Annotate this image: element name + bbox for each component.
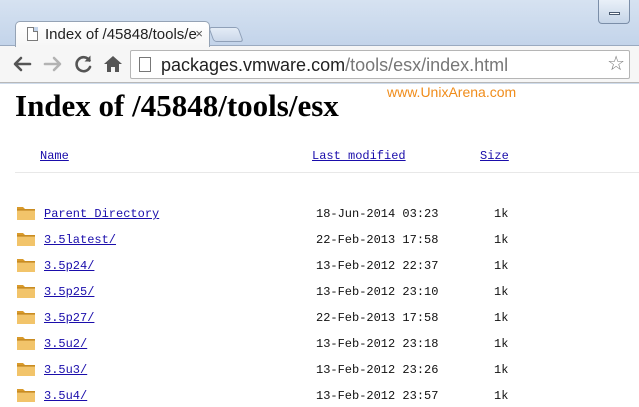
entry-modified: 22-Feb-2013 17:58 <box>316 233 439 247</box>
column-header-size[interactable]: Size <box>480 149 509 163</box>
entry-size: 1k <box>494 363 509 377</box>
url-path: /tools/esx/index.html <box>345 55 509 75</box>
entry-link[interactable]: 3.5latest/ <box>44 233 116 247</box>
list-item: 3.5u4/ 13-Feb-2012 23:57 1k <box>0 386 639 407</box>
reload-button[interactable] <box>71 52 95 76</box>
tab-title: Index of /45848/tools/esx <box>45 26 197 43</box>
entry-size: 1k <box>494 233 509 247</box>
list-item: 3.5u2/ 13-Feb-2012 23:18 1k <box>0 334 639 358</box>
reload-icon <box>75 55 92 73</box>
column-header-name[interactable]: Name <box>40 149 69 163</box>
page-content: Index of /45848/tools/esx www.UnixArena.… <box>0 84 639 407</box>
url-host: packages.vmware.com <box>161 55 346 75</box>
entry-link[interactable]: 3.5u3/ <box>44 363 87 377</box>
watermark-text: www.UnixArena.com <box>387 84 517 100</box>
page-icon <box>139 57 151 72</box>
entry-modified: 13-Feb-2012 22:37 <box>316 259 439 273</box>
page-favicon-icon <box>27 27 38 41</box>
entry-size: 1k <box>494 285 509 299</box>
close-tab-icon[interactable]: × <box>195 25 203 43</box>
back-arrow-icon <box>13 56 32 72</box>
entry-size: 1k <box>494 389 509 403</box>
folder-icon <box>16 334 36 351</box>
entry-size: 1k <box>494 311 509 325</box>
entry-modified: 13-Feb-2012 23:26 <box>316 363 439 377</box>
header-divider <box>15 172 639 173</box>
entry-link[interactable]: 3.5u2/ <box>44 337 87 351</box>
entry-link[interactable]: Parent Directory <box>44 207 159 221</box>
entry-modified: 18-Jun-2014 03:23 <box>316 207 439 221</box>
entry-size: 1k <box>494 337 509 351</box>
folder-icon <box>16 256 36 273</box>
folder-icon <box>16 360 36 377</box>
entry-modified: 13-Feb-2012 23:57 <box>316 389 439 403</box>
home-button[interactable] <box>101 52 125 76</box>
page-title: Index of /45848/tools/esx <box>15 88 339 123</box>
list-item: 3.5p24/ 13-Feb-2012 22:37 1k <box>0 256 639 280</box>
list-item: 3.5latest/ 22-Feb-2013 17:58 1k <box>0 230 639 254</box>
star-icon[interactable]: ☆ <box>607 53 625 75</box>
list-item: 3.5p27/ 22-Feb-2013 17:58 1k <box>0 308 639 332</box>
address-bar[interactable]: packages.vmware.com/tools/esx/index.html… <box>130 50 630 79</box>
folder-icon <box>16 386 36 403</box>
folder-icon <box>16 308 36 325</box>
browser-tab[interactable]: Index of /45848/tools/esx × <box>15 21 210 47</box>
entry-size: 1k <box>494 259 509 273</box>
entry-link[interactable]: 3.5p24/ <box>44 259 94 273</box>
entry-link[interactable]: 3.5p27/ <box>44 311 94 325</box>
list-item: Parent Directory 18-Jun-2014 03:23 1k <box>0 204 639 228</box>
forward-button[interactable] <box>41 52 65 76</box>
entry-modified: 13-Feb-2012 23:18 <box>316 337 439 351</box>
entry-modified: 13-Feb-2012 23:10 <box>316 285 439 299</box>
minimize-icon <box>609 12 620 15</box>
list-item: 3.5p25/ 13-Feb-2012 23:10 1k <box>0 282 639 306</box>
window-titlebar: Index of /45848/tools/esx × <box>0 0 639 47</box>
entry-link[interactable]: 3.5p25/ <box>44 285 94 299</box>
back-button[interactable] <box>10 52 34 76</box>
url-text[interactable]: packages.vmware.com/tools/esx/index.html <box>161 54 508 76</box>
minimize-window-button[interactable] <box>598 0 630 24</box>
home-icon <box>104 56 122 72</box>
entry-link[interactable]: 3.5u4/ <box>44 389 87 403</box>
entry-size: 1k <box>494 207 509 221</box>
folder-icon <box>16 282 36 299</box>
folder-icon <box>16 230 36 247</box>
column-header-last-modified[interactable]: Last modified <box>312 149 406 163</box>
browser-toolbar: packages.vmware.com/tools/esx/index.html… <box>0 46 639 83</box>
forward-arrow-icon <box>43 56 62 72</box>
folder-icon <box>16 204 36 221</box>
list-item: 3.5u3/ 13-Feb-2012 23:26 1k <box>0 360 639 384</box>
new-tab-button[interactable] <box>208 27 244 42</box>
entry-modified: 22-Feb-2013 17:58 <box>316 311 439 325</box>
